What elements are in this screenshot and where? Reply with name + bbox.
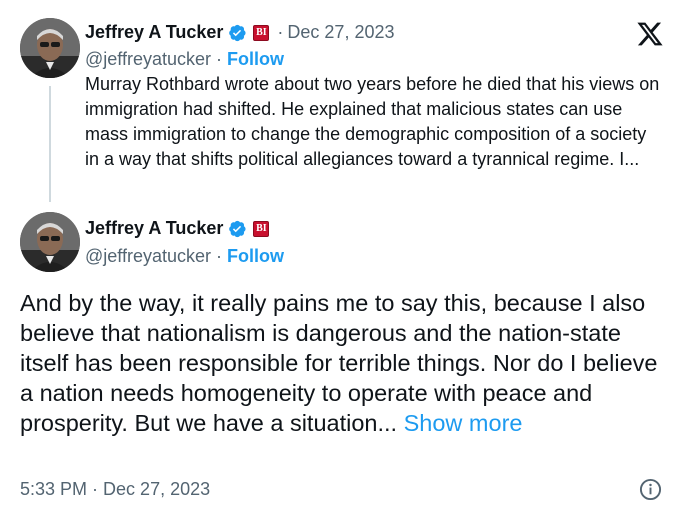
main-tweet-body: And by the way, it really pains me to sa… — [20, 290, 658, 436]
avatar[interactable] — [20, 18, 80, 78]
tweet-date: Dec 27, 2023 — [103, 479, 211, 499]
show-more-link[interactable]: Show more — [404, 410, 523, 436]
tweet-date[interactable]: Dec 27, 2023 — [287, 22, 394, 43]
separator-dot: · — [216, 49, 222, 69]
verified-badge-icon — [227, 219, 247, 239]
separator-dot: · — [92, 479, 99, 499]
main-author-row: Jeffrey A Tucker BI — [85, 218, 270, 239]
follow-button[interactable]: Follow — [227, 49, 284, 70]
affiliate-badge[interactable]: BI — [253, 220, 270, 237]
separator-dot: · — [277, 22, 284, 42]
info-icon[interactable] — [639, 478, 662, 501]
thread-connector-line — [49, 86, 51, 202]
tweet-time: 5:33 PM — [20, 479, 88, 499]
quoted-tweet-text: Murray Rothbard wrote about two years be… — [85, 74, 660, 169]
main-handle-row: @jeffreyatucker · Follow — [85, 246, 284, 267]
author-name[interactable]: Jeffrey A Tucker — [85, 218, 223, 239]
embedded-tweet-card: Jeffrey A Tucker BI · Dec 27, 2023 @jeff… — [0, 0, 681, 520]
quoted-author-row: Jeffrey A Tucker BI · Dec 27, 2023 — [85, 22, 394, 43]
quoted-handle-row: @jeffreyatucker · Follow — [85, 49, 284, 70]
author-handle[interactable]: @jeffreyatucker — [85, 49, 211, 70]
separator-dot: · — [216, 246, 222, 266]
avatar-image — [20, 212, 80, 272]
author-handle[interactable]: @jeffreyatucker — [85, 246, 211, 267]
main-tweet-text: And by the way, it really pains me to sa… — [20, 288, 665, 438]
x-logo-icon[interactable] — [636, 20, 664, 48]
avatar[interactable] — [20, 212, 80, 272]
affiliate-badge[interactable]: BI — [253, 24, 270, 41]
follow-button[interactable]: Follow — [227, 246, 284, 267]
verified-badge-icon — [227, 23, 247, 43]
tweet-timestamp[interactable]: 5:33 PM · Dec 27, 2023 — [20, 479, 210, 500]
author-name[interactable]: Jeffrey A Tucker — [85, 22, 223, 43]
avatar-image — [20, 18, 80, 78]
